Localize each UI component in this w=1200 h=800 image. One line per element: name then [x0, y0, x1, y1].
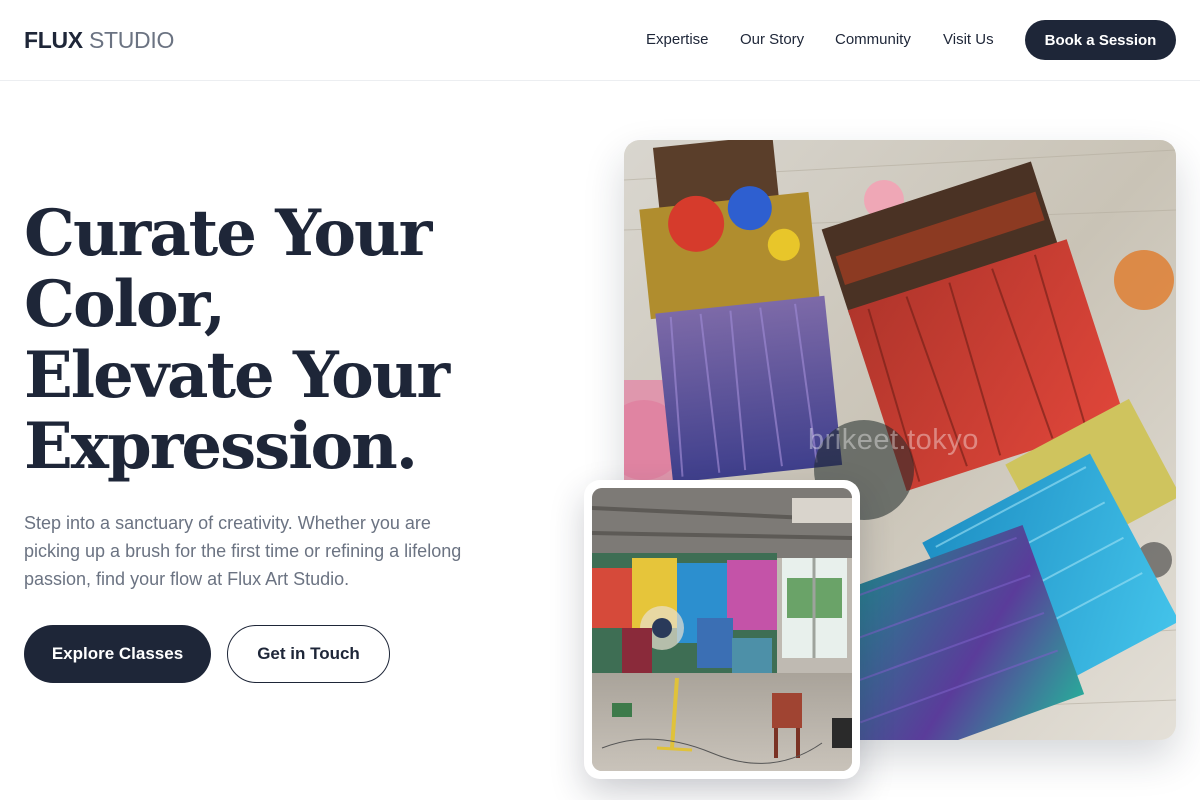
headline-line-2: Color,: [24, 267, 226, 342]
studio-image-card: [584, 480, 860, 779]
nav-link-community[interactable]: Community: [835, 30, 911, 50]
logo-light: STUDIO: [82, 27, 175, 53]
explore-classes-button[interactable]: Explore Classes: [24, 625, 211, 683]
hero-headline: Curate Your Color, Elevate Your Expressi…: [24, 198, 544, 482]
logo-bold: FLUX: [24, 27, 83, 53]
headline-line-4: Expression.: [24, 409, 418, 484]
hero-description: Step into a sanctuary of creativity. Whe…: [24, 513, 462, 589]
book-session-button[interactable]: Book a Session: [1025, 20, 1176, 60]
image-watermark: brikeet.tokyo: [808, 424, 979, 456]
nav-link-expertise[interactable]: Expertise: [646, 30, 709, 50]
headline-line-3: Elevate Your: [24, 338, 450, 413]
nav-link-visit-us[interactable]: Visit Us: [943, 30, 994, 50]
nav-link-our-story[interactable]: Our Story: [740, 30, 804, 50]
logo[interactable]: FLUX STUDIO: [24, 26, 174, 54]
headline-line-1: Curate Your: [24, 196, 432, 271]
get-in-touch-button[interactable]: Get in Touch: [227, 625, 390, 683]
studio-interior-image: [592, 488, 852, 771]
site-header: FLUX STUDIO Expertise Our Story Communit…: [0, 0, 1200, 81]
